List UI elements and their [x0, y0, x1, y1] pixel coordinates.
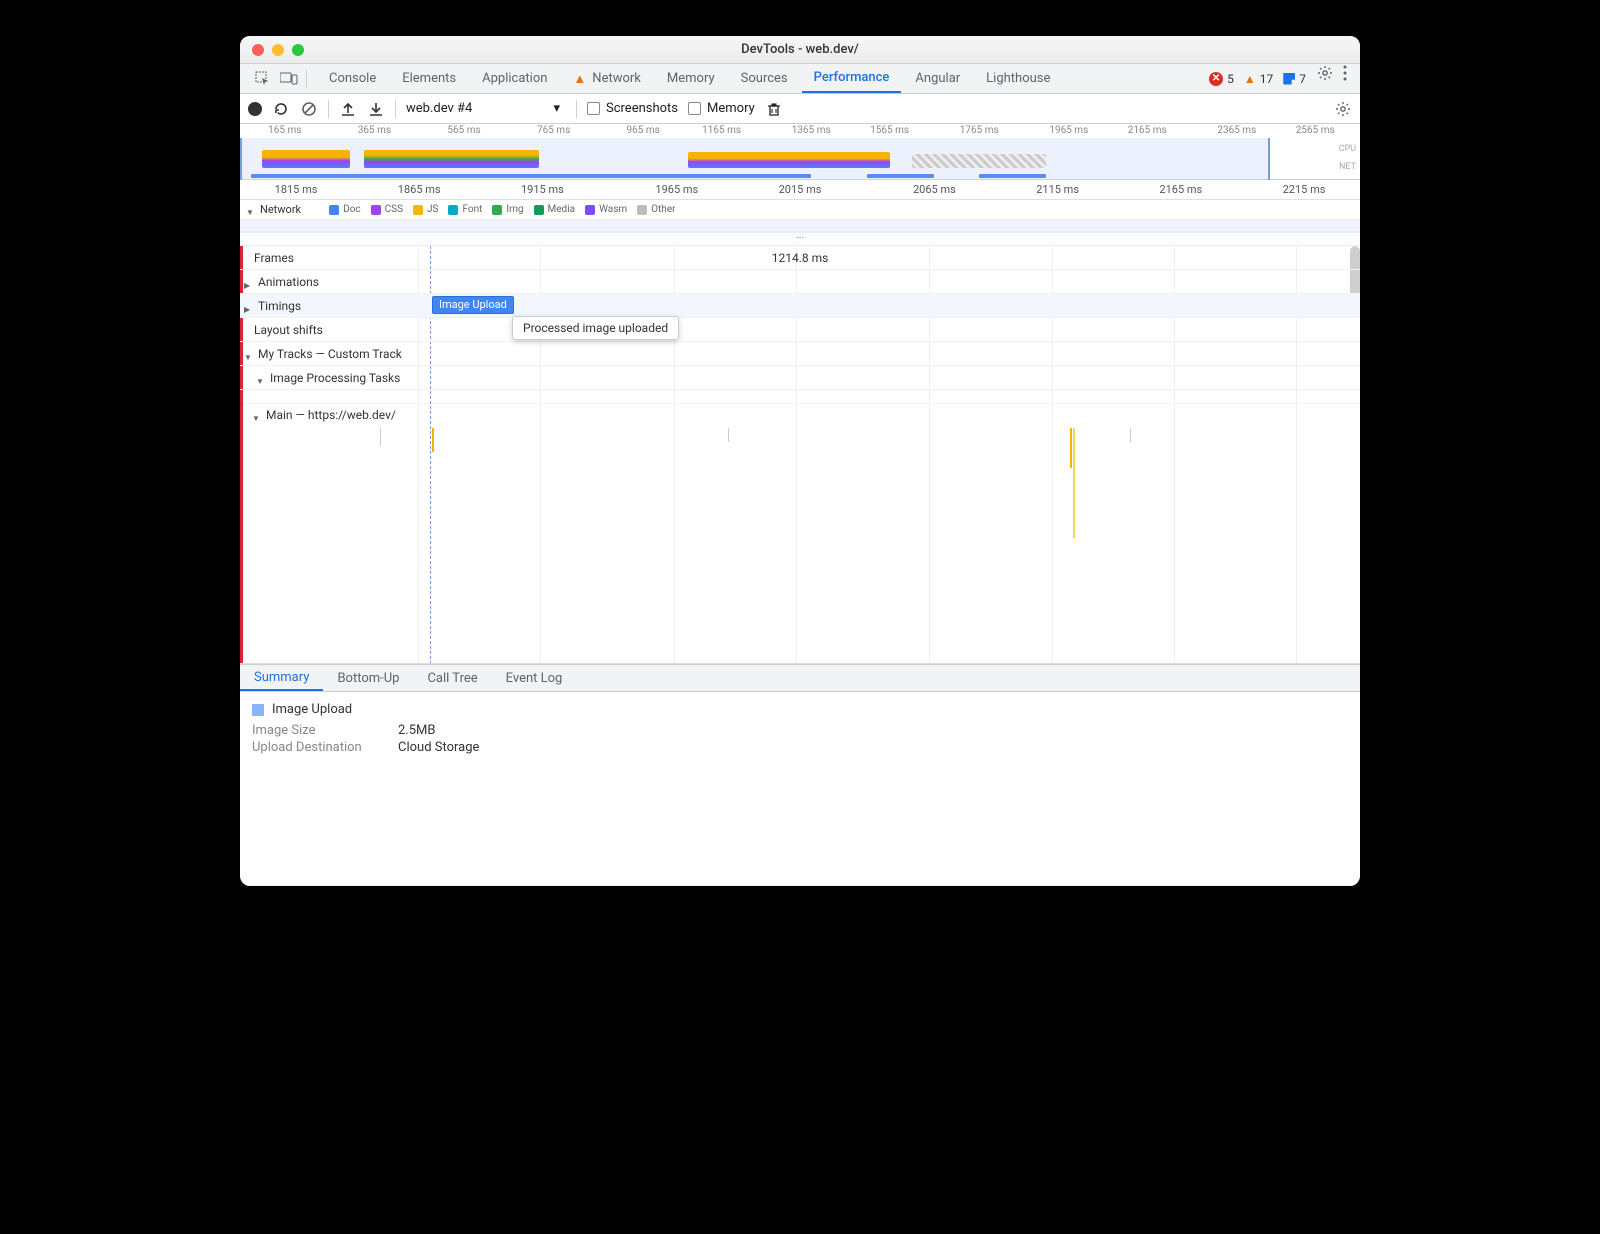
capture-settings-icon[interactable] [1334, 100, 1352, 118]
kebab-menu-icon[interactable] [1336, 64, 1354, 82]
summary-panel: Image Upload Image Size 2.5MB Upload Des… [240, 692, 1360, 886]
detail-tabs: Summary Bottom-Up Call Tree Event Log [240, 664, 1360, 692]
panel-tabbar: Console Elements Application ▲ Network M… [240, 64, 1360, 94]
titlebar: DevTools - web.dev/ [240, 36, 1360, 64]
animations-track[interactable]: Animations [240, 270, 1360, 294]
warning-icon: ▲ [1244, 72, 1256, 86]
tab-network[interactable]: ▲ Network [561, 64, 652, 93]
collapsed-divider[interactable]: ··· [240, 232, 1360, 246]
tab-performance[interactable]: Performance [802, 64, 902, 93]
tooltip: Processed image uploaded [512, 316, 679, 340]
device-toolbar-icon[interactable] [280, 70, 298, 88]
disclosure-icon[interactable] [244, 301, 254, 311]
net-label: NET [1339, 162, 1356, 172]
tab-angular[interactable]: Angular [903, 64, 972, 93]
devtools-window: DevTools - web.dev/ Console Elements App… [240, 36, 1360, 886]
tracks-area: Frames 1214.8 ms Animations Timings Imag… [240, 246, 1360, 664]
task-sliver[interactable] [1070, 428, 1072, 468]
network-track-body[interactable] [240, 220, 1360, 232]
tab-event-log[interactable]: Event Log [492, 665, 577, 691]
settings-icon[interactable] [1316, 64, 1334, 82]
disclosure-icon[interactable] [244, 349, 254, 359]
tab-call-tree[interactable]: Call Tree [413, 665, 491, 691]
error-icon: ✕ [1209, 72, 1223, 86]
tab-elements[interactable]: Elements [390, 64, 468, 93]
tab-bottom-up[interactable]: Bottom-Up [323, 665, 413, 691]
disclosure-icon[interactable] [252, 410, 262, 420]
window-title: DevTools - web.dev/ [240, 42, 1360, 57]
timing-marker-image-upload[interactable]: Image Upload [432, 296, 514, 314]
tab-sources[interactable]: Sources [729, 64, 800, 93]
task-sliver[interactable] [380, 428, 381, 446]
reload-record-icon[interactable] [272, 100, 290, 118]
separator [306, 70, 307, 88]
custom-track-group[interactable]: My Tracks — Custom Track [240, 342, 1360, 366]
profile-select[interactable]: web.dev #4 ▾ [406, 101, 566, 116]
color-swatch [252, 704, 264, 716]
disclosure-icon[interactable] [256, 373, 266, 383]
task-sliver[interactable] [728, 428, 729, 442]
detail-ruler: 1815 ms 1865 ms 1915 ms 1965 ms 2015 ms … [240, 180, 1360, 200]
summary-row: Upload Destination Cloud Storage [252, 740, 1348, 755]
issue-counters[interactable]: ✕5 ▲17 7 [1209, 64, 1314, 93]
task-sliver[interactable] [1130, 428, 1131, 442]
frames-track[interactable]: Frames 1214.8 ms [240, 246, 1360, 270]
network-track-header[interactable]: Network Doc CSS JS Font Img Media Wasm O… [240, 200, 1360, 220]
disclosure-icon[interactable] [246, 205, 256, 215]
issue-flag-icon [1283, 73, 1295, 85]
task-sliver[interactable] [432, 428, 434, 452]
chevron-down-icon: ▾ [553, 101, 560, 116]
inspect-icon[interactable] [254, 70, 272, 88]
performance-toolbar: web.dev #4 ▾ Screenshots Memory [240, 94, 1360, 124]
tab-summary[interactable]: Summary [240, 665, 323, 691]
task-sliver[interactable] [1073, 428, 1075, 538]
warning-icon: ▲ [573, 71, 586, 87]
custom-track-image-processing[interactable]: Image Processing Tasks [240, 366, 1360, 390]
download-profile-icon[interactable] [367, 100, 385, 118]
record-button[interactable] [248, 102, 262, 116]
tab-console[interactable]: Console [317, 64, 388, 93]
overview-ruler: 165 ms 365 ms 565 ms 765 ms 965 ms 1165 … [240, 124, 1360, 138]
disclosure-icon[interactable] [244, 277, 254, 287]
collect-garbage-icon[interactable] [765, 100, 783, 118]
tab-application[interactable]: Application [470, 64, 559, 93]
tab-lighthouse[interactable]: Lighthouse [974, 64, 1062, 93]
network-legend: Doc CSS JS Font Img Media Wasm Other [329, 204, 675, 215]
frame-duration: 1214.8 ms [772, 251, 829, 265]
cpu-label: CPU [1339, 144, 1356, 154]
layout-shifts-track[interactable]: Layout shifts [240, 318, 1360, 342]
tab-memory[interactable]: Memory [655, 64, 727, 93]
clear-icon[interactable] [300, 100, 318, 118]
memory-checkbox[interactable]: Memory [688, 101, 755, 116]
overview-timeline[interactable]: 165 ms 365 ms 565 ms 765 ms 965 ms 1165 … [240, 124, 1360, 180]
summary-title: Image Upload [272, 702, 352, 717]
timings-track[interactable]: Timings Image Upload Processed image upl… [240, 294, 1360, 318]
summary-row: Image Size 2.5MB [252, 723, 1348, 738]
main-thread-track[interactable]: Main — https://web.dev/ [240, 404, 1360, 664]
screenshots-checkbox[interactable]: Screenshots [587, 101, 678, 116]
upload-profile-icon[interactable] [339, 100, 357, 118]
